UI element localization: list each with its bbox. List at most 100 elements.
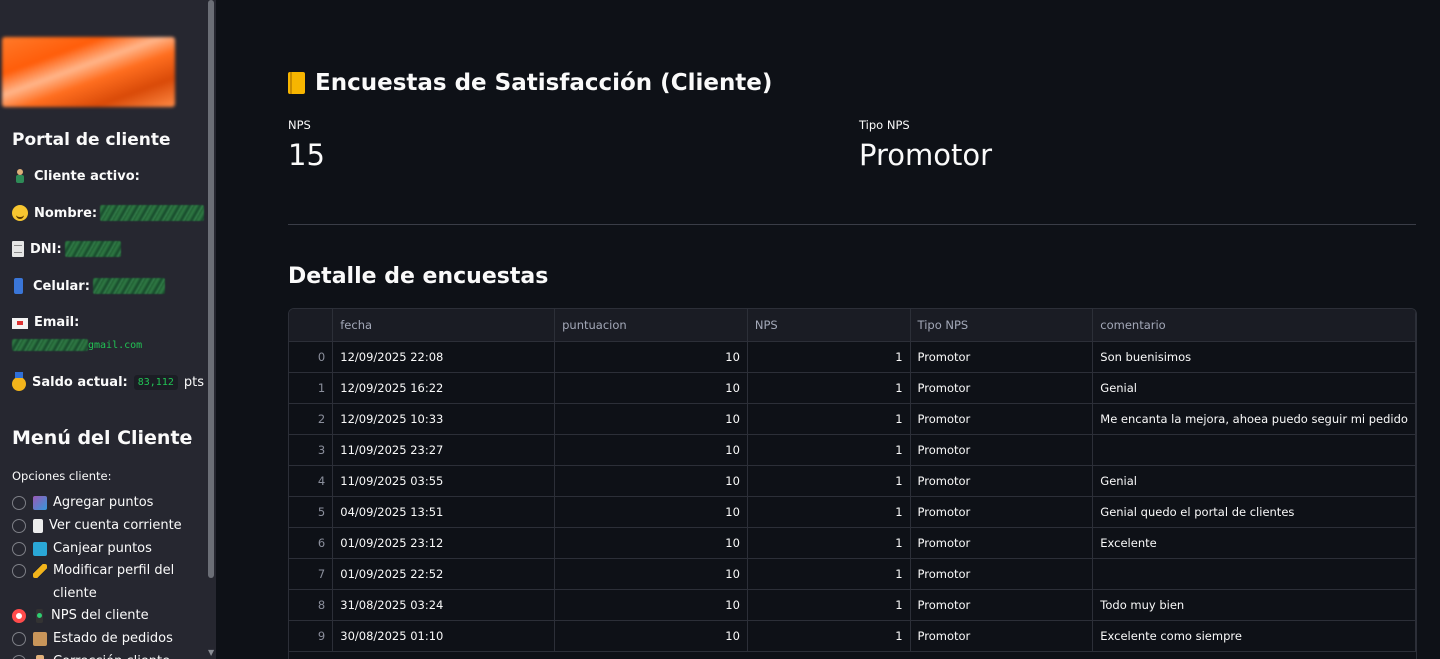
column-header-tipo-nps[interactable]: Tipo NPS xyxy=(910,309,1094,342)
table-row[interactable]: 2 12/09/2025 10:33 10 1 Promotor Me encanta l… xyxy=(289,403,1416,435)
cell-comentario[interactable]: Genial xyxy=(1092,465,1416,497)
cell-tipo-nps[interactable]: Promotor xyxy=(910,403,1094,435)
sidebar-scrollbar[interactable] xyxy=(208,0,214,578)
cell-fecha[interactable]: 11/09/2025 23:27 xyxy=(332,434,556,466)
option-add-points[interactable]: Agregar puntos xyxy=(12,495,153,514)
cell-comentario[interactable]: Me encanta la mejora, ahoea puedo seguir… xyxy=(1092,403,1416,435)
active-client-label: Cliente activo: xyxy=(34,168,140,184)
cell-comentario[interactable]: Genial xyxy=(1092,372,1416,404)
cell-comentario[interactable]: Excelente como siempre xyxy=(1092,620,1416,652)
row-index[interactable]: 0 xyxy=(289,341,334,373)
option-client-correction[interactable]: Corrección cliente xyxy=(12,654,170,659)
option-edit-profile[interactable]: Modificar perfil del cliente xyxy=(12,563,182,605)
radio-button[interactable] xyxy=(12,542,26,556)
cell-fecha[interactable]: 12/09/2025 16:22 xyxy=(332,372,556,404)
cell-tipo-nps[interactable]: Promotor xyxy=(910,372,1094,404)
smiley-icon xyxy=(12,205,28,221)
cell-tipo-nps[interactable]: Promotor xyxy=(910,434,1094,466)
cell-tipo-nps[interactable]: Promotor xyxy=(910,496,1094,528)
column-header-fecha[interactable]: fecha xyxy=(332,309,556,342)
row-index[interactable]: 5 xyxy=(289,496,334,528)
cell-fecha[interactable]: 31/08/2025 03:24 xyxy=(332,589,556,621)
row-index[interactable]: 1 xyxy=(289,372,334,404)
cell-comentario[interactable]: Genial quedo el portal de clientes xyxy=(1092,496,1416,528)
table-row[interactable]: 1 12/09/2025 16:22 10 1 Promotor Genial xyxy=(289,372,1416,404)
column-header-index[interactable] xyxy=(289,309,334,342)
column-header-puntuacion[interactable]: puntuacion xyxy=(554,309,748,342)
cell-nps[interactable]: 1 xyxy=(747,527,911,559)
redacted-name xyxy=(100,205,205,221)
radio-button[interactable] xyxy=(12,655,26,659)
cell-nps[interactable]: 1 xyxy=(747,372,911,404)
radio-button-selected[interactable] xyxy=(12,609,26,623)
option-order-status[interactable]: Estado de pedidos xyxy=(12,631,173,650)
cell-puntuacion[interactable]: 10 xyxy=(554,434,748,466)
scroll-down-icon[interactable]: ▼ xyxy=(208,649,216,657)
cell-puntuacion[interactable]: 10 xyxy=(554,341,748,373)
cell-fecha[interactable]: 04/09/2025 13:51 xyxy=(332,496,556,528)
cell-comentario[interactable]: Son buenisimos xyxy=(1092,341,1416,373)
table-row[interactable]: 3 11/09/2025 23:27 10 1 Promotor xyxy=(289,434,1416,466)
table-row[interactable]: 5 04/09/2025 13:51 10 1 Promotor Genial quedo… xyxy=(289,496,1416,528)
row-index[interactable]: 3 xyxy=(289,434,334,466)
cell-comentario[interactable]: Excelente xyxy=(1092,527,1416,559)
cell-nps[interactable]: 1 xyxy=(747,558,911,590)
table-row[interactable]: 6 01/09/2025 23:12 10 1 Promotor Excelente xyxy=(289,527,1416,559)
row-index[interactable]: 8 xyxy=(289,589,334,621)
cell-tipo-nps[interactable]: Promotor xyxy=(910,341,1094,373)
cell-puntuacion[interactable]: 10 xyxy=(554,496,748,528)
cell-puntuacion[interactable]: 10 xyxy=(554,558,748,590)
column-header-comentario[interactable]: comentario xyxy=(1092,309,1416,342)
cell-puntuacion[interactable]: 10 xyxy=(554,372,748,404)
option-account-statement[interactable]: Ver cuenta corriente xyxy=(12,518,182,537)
cell-fecha[interactable]: 11/09/2025 03:55 xyxy=(332,465,556,497)
row-index[interactable]: 9 xyxy=(289,620,334,652)
medal-icon xyxy=(12,372,26,391)
row-index[interactable]: 7 xyxy=(289,558,334,590)
divider xyxy=(288,224,1416,225)
cell-puntuacion[interactable]: 10 xyxy=(554,620,748,652)
balance-unit: pts xyxy=(183,375,204,390)
table-row[interactable]: 9 30/08/2025 01:10 10 1 Promotor Excelente co… xyxy=(289,620,1416,652)
table-row[interactable]: 4 11/09/2025 03:55 10 1 Promotor Genial xyxy=(289,465,1416,497)
column-header-nps[interactable]: NPS xyxy=(747,309,911,342)
radio-button[interactable] xyxy=(12,564,26,578)
row-index[interactable]: 4 xyxy=(289,465,334,497)
row-index[interactable]: 6 xyxy=(289,527,334,559)
option-nps[interactable]: NPS del cliente xyxy=(12,608,149,627)
cell-nps[interactable]: 1 xyxy=(747,465,911,497)
cell-fecha[interactable]: 30/08/2025 01:10 xyxy=(332,620,556,652)
cell-puntuacion[interactable]: 10 xyxy=(554,589,748,621)
cell-tipo-nps[interactable]: Promotor xyxy=(910,558,1094,590)
row-index[interactable]: 2 xyxy=(289,403,334,435)
cell-nps[interactable]: 1 xyxy=(747,496,911,528)
cell-fecha[interactable]: 01/09/2025 22:52 xyxy=(332,558,556,590)
cell-puntuacion[interactable]: 10 xyxy=(554,403,748,435)
option-label: Agregar puntos xyxy=(53,495,154,510)
radio-button[interactable] xyxy=(12,519,26,533)
table-row[interactable]: 7 01/09/2025 22:52 10 1 Promotor xyxy=(289,558,1416,590)
cell-nps[interactable]: 1 xyxy=(747,341,911,373)
cell-comentario[interactable]: Todo muy bien xyxy=(1092,589,1416,621)
table-row[interactable]: 0 12/09/2025 22:08 10 1 Promotor Son buenisim… xyxy=(289,341,1416,373)
cell-tipo-nps[interactable]: Promotor xyxy=(910,527,1094,559)
cell-tipo-nps[interactable]: Promotor xyxy=(910,465,1094,497)
option-redeem-points[interactable]: Canjear puntos xyxy=(12,541,152,560)
cell-nps[interactable]: 1 xyxy=(747,589,911,621)
cell-fecha[interactable]: 01/09/2025 23:12 xyxy=(332,527,556,559)
cell-fecha[interactable]: 12/09/2025 10:33 xyxy=(332,403,556,435)
cell-comentario[interactable] xyxy=(1092,434,1416,466)
radio-button[interactable] xyxy=(12,496,26,510)
cell-tipo-nps[interactable]: Promotor xyxy=(910,589,1094,621)
cell-tipo-nps[interactable]: Promotor xyxy=(910,620,1094,652)
cell-puntuacion[interactable]: 10 xyxy=(554,527,748,559)
cell-comentario[interactable] xyxy=(1092,558,1416,590)
cell-puntuacion[interactable]: 10 xyxy=(554,465,748,497)
surveys-table[interactable]: fecha puntuacion NPS Tipo NPS comentario… xyxy=(288,308,1417,659)
cell-fecha[interactable]: 12/09/2025 22:08 xyxy=(332,341,556,373)
radio-button[interactable] xyxy=(12,632,26,646)
cell-nps[interactable]: 1 xyxy=(747,620,911,652)
table-row[interactable]: 8 31/08/2025 03:24 10 1 Promotor Todo muy bie… xyxy=(289,589,1416,621)
cell-nps[interactable]: 1 xyxy=(747,403,911,435)
cell-nps[interactable]: 1 xyxy=(747,434,911,466)
